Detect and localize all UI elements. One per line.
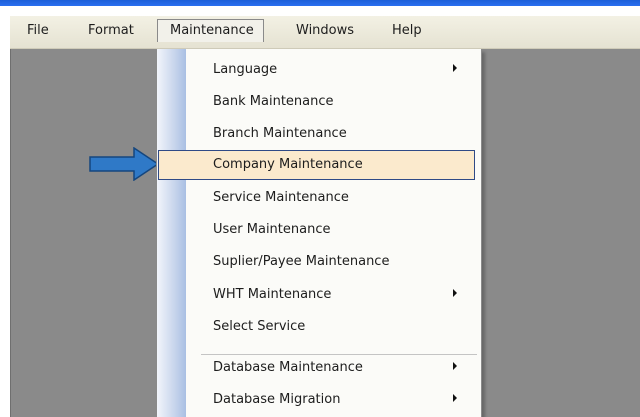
chevron-right-icon xyxy=(453,64,457,72)
menu-item-label: WHT Maintenance xyxy=(213,287,332,302)
menu-item-label: User Maintenance xyxy=(213,222,331,237)
menu-item-user-maintenance[interactable]: User Maintenance xyxy=(157,215,481,245)
menu-item-label: Database Maintenance xyxy=(213,360,363,375)
menu-item-label: Service Maintenance xyxy=(213,190,349,205)
chevron-right-icon xyxy=(453,394,457,402)
menu-item-label: Suplier/Payee Maintenance xyxy=(213,254,390,269)
menu-item-database-maintenance[interactable]: Database Maintenance xyxy=(157,353,481,383)
menu-item-bank-maintenance[interactable]: Bank Maintenance xyxy=(157,87,481,117)
menu-maintenance[interactable]: Maintenance xyxy=(157,19,264,42)
chevron-right-icon xyxy=(453,289,457,297)
menu-item-label: Company Maintenance xyxy=(213,157,363,172)
maintenance-dropdown-menu: Language Bank Maintenance Branch Mainten… xyxy=(156,49,482,417)
title-bar-strip xyxy=(0,0,640,6)
menu-item-database-migration[interactable]: Database Migration xyxy=(157,385,481,415)
menu-windows[interactable]: Windows xyxy=(296,23,354,38)
menu-item-label: Database Migration xyxy=(213,392,341,407)
menu-item-label: Select Service xyxy=(213,319,306,334)
menu-item-wht-maintenance[interactable]: WHT Maintenance xyxy=(157,280,481,310)
menu-item-company-maintenance[interactable]: Company Maintenance xyxy=(157,150,481,180)
menu-item-label: Language xyxy=(213,62,278,77)
menu-help[interactable]: Help xyxy=(392,23,422,38)
menu-item-service-maintenance[interactable]: Service Maintenance xyxy=(157,183,481,213)
menu-item-label: Branch Maintenance xyxy=(213,126,347,141)
menu-item-branch-maintenance[interactable]: Branch Maintenance xyxy=(157,119,481,149)
menu-item-select-service[interactable]: Select Service xyxy=(157,312,481,342)
menu-item-label: Bank Maintenance xyxy=(213,94,334,109)
menu-item-suplier-payee-maintenance[interactable]: Suplier/Payee Maintenance xyxy=(157,247,481,277)
menu-item-language[interactable]: Language xyxy=(157,55,481,85)
menu-format[interactable]: Format xyxy=(88,23,134,38)
chevron-right-icon xyxy=(453,362,457,370)
menu-file[interactable]: File xyxy=(27,23,49,38)
right-arrow-icon xyxy=(89,147,160,181)
menu-bar: File Format Maintenance Windows Help xyxy=(10,16,640,49)
